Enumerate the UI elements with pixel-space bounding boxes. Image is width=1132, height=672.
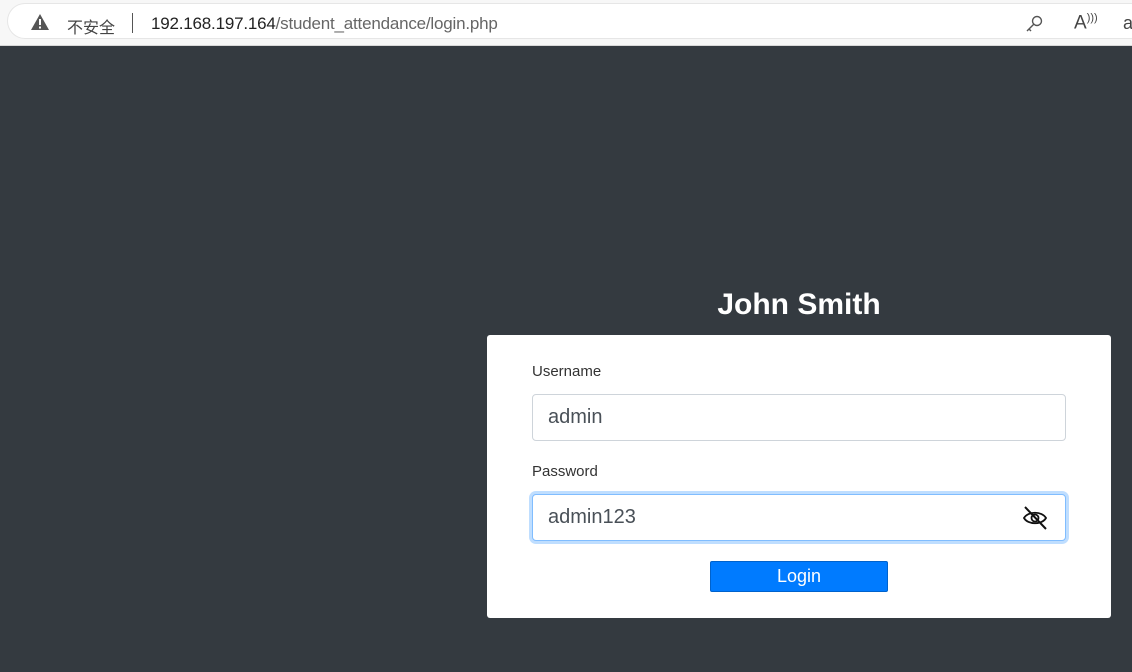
read-aloud-icon[interactable]: A)))	[1074, 12, 1098, 34]
username-field-wrapper	[532, 394, 1066, 441]
browser-toolbar: 不安全 192.168.197.164/student_attendance/l…	[0, 0, 1132, 46]
security-status[interactable]: 不安全	[67, 14, 115, 38]
address-bar[interactable]: 不安全 192.168.197.164/student_attendance/l…	[8, 4, 1132, 38]
text-size-icon[interactable]: aa	[1123, 13, 1132, 34]
read-aloud-glyph: A	[1074, 12, 1087, 34]
eye-slash-icon[interactable]	[1021, 505, 1049, 531]
warning-icon[interactable]	[30, 13, 50, 31]
url-path: /student_attendance/login.php	[275, 14, 498, 33]
url-text[interactable]: 192.168.197.164/student_attendance/login…	[151, 14, 498, 34]
page-title: John Smith	[717, 288, 881, 321]
password-field-wrapper	[532, 494, 1066, 541]
username-input[interactable]	[533, 395, 1065, 440]
password-input[interactable]	[533, 495, 1065, 540]
address-divider	[132, 13, 133, 33]
login-card: Username Password Login	[487, 335, 1111, 618]
username-label: Username	[532, 363, 602, 380]
password-label: Password	[532, 463, 598, 480]
key-icon[interactable]	[1024, 14, 1044, 34]
url-host: 192.168.197.164	[151, 14, 276, 33]
login-button[interactable]: Login	[710, 561, 888, 592]
